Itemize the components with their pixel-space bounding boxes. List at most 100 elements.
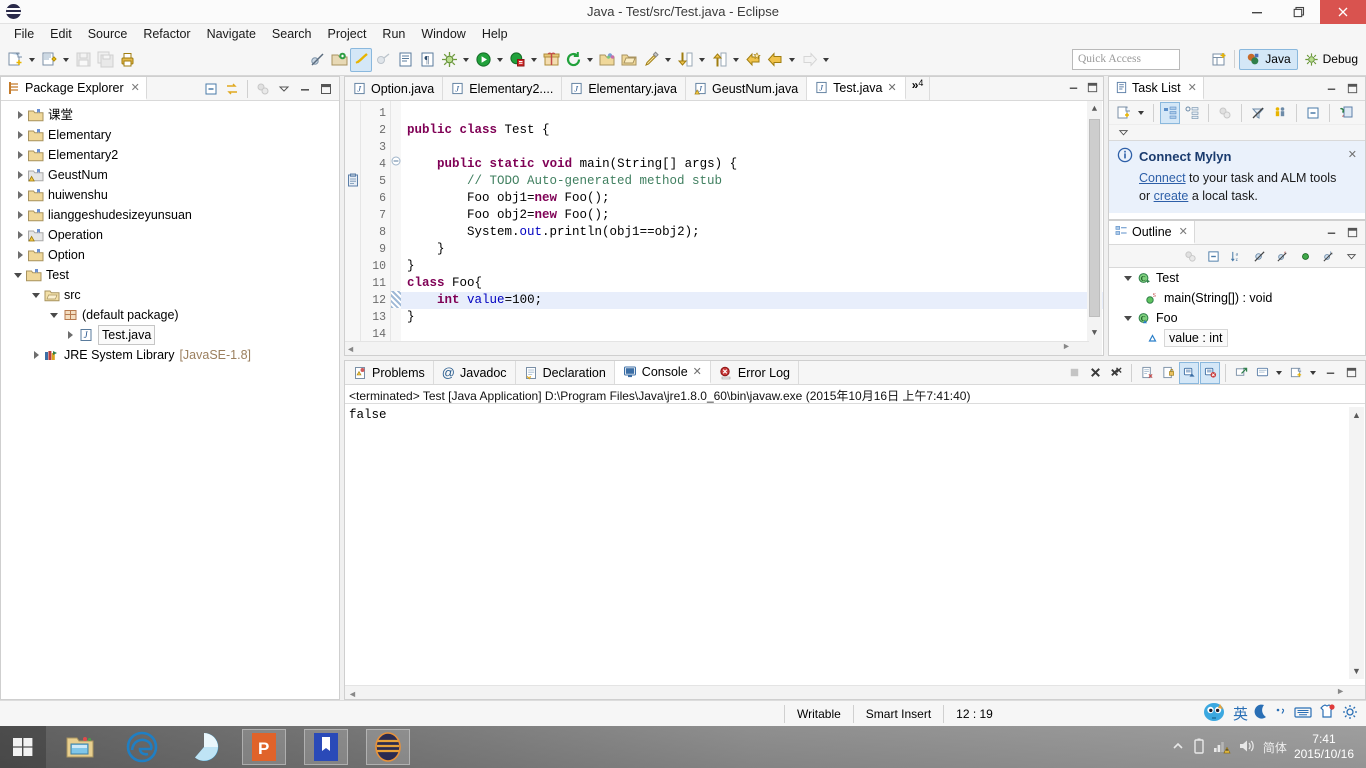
menu-source[interactable]: Source — [80, 24, 136, 44]
close-icon[interactable]: ✕ — [888, 81, 897, 94]
sort-icon[interactable]: az — [1226, 245, 1246, 267]
code-line[interactable]: } — [401, 309, 1103, 326]
scroll-right-icon[interactable]: ► — [1336, 686, 1365, 696]
maximize-icon[interactable] — [1086, 81, 1099, 97]
minimize-icon[interactable] — [1067, 81, 1080, 97]
editor-horizontal-scrollbar[interactable]: ◄ ► — [345, 341, 1089, 355]
tree-item-option[interactable]: Option — [1, 245, 339, 265]
show-whitespace-icon[interactable]: ¶ — [416, 48, 438, 72]
display-console-dropdown-icon[interactable] — [1273, 361, 1285, 385]
twisty-icon[interactable] — [13, 245, 27, 265]
mylyn-connect-link[interactable]: Connect — [1139, 171, 1186, 185]
new-java-class-icon[interactable] — [38, 48, 60, 72]
menu-window[interactable]: Window — [413, 24, 473, 44]
taskbar-powerpoint[interactable]: P — [242, 729, 286, 765]
tree-item-geustnum[interactable]: GeustNum — [1, 165, 339, 185]
debug-icon[interactable] — [438, 48, 460, 72]
package-explorer-tree[interactable]: 课堂 Elementary Elementary2 GeustNum huiwe… — [1, 101, 339, 699]
battery-icon[interactable] — [1192, 737, 1206, 758]
pin-console-icon[interactable] — [1231, 362, 1251, 384]
tab-problems[interactable]: Problems — [345, 361, 434, 384]
new-annotation-icon[interactable] — [540, 48, 562, 72]
twisty-icon[interactable] — [63, 325, 77, 345]
code-line[interactable]: public class Test { — [401, 122, 1103, 139]
run-dropdown-icon[interactable] — [494, 48, 506, 72]
skip-all-breakpoints-icon[interactable] — [306, 48, 328, 72]
menu-refactor[interactable]: Refactor — [135, 24, 198, 44]
code-line[interactable]: int value=100; — [401, 292, 1103, 309]
open-perspective-icon[interactable] — [1208, 47, 1230, 71]
tab-console[interactable]: Console ✕ — [614, 361, 711, 384]
editor-tab-option-java[interactable]: J Option.java — [345, 77, 444, 100]
last-edit-location-icon[interactable] — [742, 48, 764, 72]
minimize-icon[interactable] — [295, 78, 315, 100]
collapse-all-icon[interactable] — [1303, 102, 1323, 124]
editor-vertical-scrollbar[interactable]: ▲ ▼ — [1087, 101, 1102, 355]
display-selected-console-icon[interactable] — [1252, 362, 1272, 384]
maximize-icon[interactable] — [1342, 222, 1362, 244]
editor-tab-geustnum-java[interactable]: J GeustNum.java — [686, 77, 808, 100]
tab-task-list[interactable]: Task List ✕ — [1109, 77, 1204, 100]
ime-gear-icon[interactable] — [1342, 704, 1358, 723]
synchronize-changed-icon[interactable] — [1336, 102, 1356, 124]
tree-item-src[interactable]: src — [1, 285, 339, 305]
tab-error-log[interactable]: Error Log — [711, 361, 799, 384]
close-icon[interactable]: ✕ — [693, 365, 702, 378]
new-java-class-dropdown-icon[interactable] — [60, 48, 72, 72]
taskbar-ime-label[interactable]: 简体 — [1263, 739, 1287, 756]
maximize-icon[interactable] — [1341, 362, 1361, 384]
twisty-icon[interactable] — [13, 185, 27, 205]
taskbar-wps-writer[interactable] — [304, 729, 348, 765]
menu-file[interactable]: File — [6, 24, 42, 44]
close-button[interactable] — [1320, 0, 1366, 24]
open-console-dropdown-icon[interactable] — [1307, 361, 1319, 385]
forward-dropdown-icon[interactable] — [820, 48, 832, 72]
quick-access-input[interactable]: Quick Access — [1072, 49, 1180, 70]
tree-item-huiwenshu[interactable]: huiwenshu — [1, 185, 339, 205]
ime-moon-icon[interactable] — [1254, 704, 1268, 723]
open-console-icon[interactable] — [1286, 362, 1306, 384]
outline-item-test[interactable]: C Test — [1109, 268, 1365, 288]
collapse-all-icon[interactable] — [1203, 245, 1223, 267]
tree-item-test[interactable]: Test — [1, 265, 339, 285]
collapse-all-icon[interactable] — [201, 78, 221, 100]
todo-task-marker-icon[interactable] — [346, 173, 360, 191]
maximize-icon[interactable] — [316, 78, 336, 100]
mylyn-create-link[interactable]: create — [1154, 189, 1189, 203]
twisty-icon[interactable] — [13, 105, 27, 125]
folding-ruler[interactable] — [391, 101, 401, 355]
back-icon[interactable] — [764, 48, 786, 72]
menu-search[interactable]: Search — [264, 24, 320, 44]
editor-tab-test-java[interactable]: J Test.java ✕ — [807, 77, 906, 100]
twisty-icon[interactable] — [13, 125, 27, 145]
twisty-icon[interactable] — [1121, 308, 1135, 328]
view-menu-icon[interactable] — [1341, 245, 1361, 267]
twisty-icon[interactable] — [13, 145, 27, 165]
taskbar-eclipse[interactable] — [366, 729, 410, 765]
open-package-icon[interactable] — [618, 48, 640, 72]
back-dropdown-icon[interactable] — [786, 48, 798, 72]
twisty-icon[interactable] — [1121, 268, 1135, 288]
code-line[interactable]: Foo obj1=new Foo(); — [401, 190, 1103, 207]
new-java-package-icon[interactable] — [350, 47, 372, 72]
ime-pet-icon[interactable] — [1201, 701, 1227, 726]
remove-all-terminated-icon[interactable] — [1106, 362, 1126, 384]
hide-static-members-icon[interactable]: S — [1272, 245, 1292, 267]
tree-item-default-package[interactable]: (default package) — [1, 305, 339, 325]
ime-chinese-icon[interactable]: 英 — [1233, 703, 1248, 724]
next-annotation-dropdown-icon[interactable] — [696, 48, 708, 72]
menu-project[interactable]: Project — [320, 24, 375, 44]
annotation-ruler[interactable] — [345, 101, 361, 355]
outline-item-main-method[interactable]: S main(String[]) : void — [1109, 288, 1365, 308]
new-java-project-icon[interactable] — [328, 48, 350, 72]
menu-edit[interactable]: Edit — [42, 24, 80, 44]
show-all-tasks-icon[interactable] — [1270, 102, 1290, 124]
code-line[interactable]: System.out.println(obj1==obj2); — [401, 224, 1103, 241]
code-line[interactable] — [401, 139, 1103, 156]
minimize-button[interactable] — [1236, 0, 1278, 24]
scheduled-presentation-icon[interactable] — [1182, 102, 1202, 124]
taskbar-clock[interactable]: 7:41 2015/10/16 — [1294, 732, 1358, 762]
close-icon[interactable]: ✕ — [131, 81, 140, 94]
code-line[interactable] — [401, 105, 1103, 122]
scrollbar-thumb[interactable] — [1089, 119, 1100, 317]
